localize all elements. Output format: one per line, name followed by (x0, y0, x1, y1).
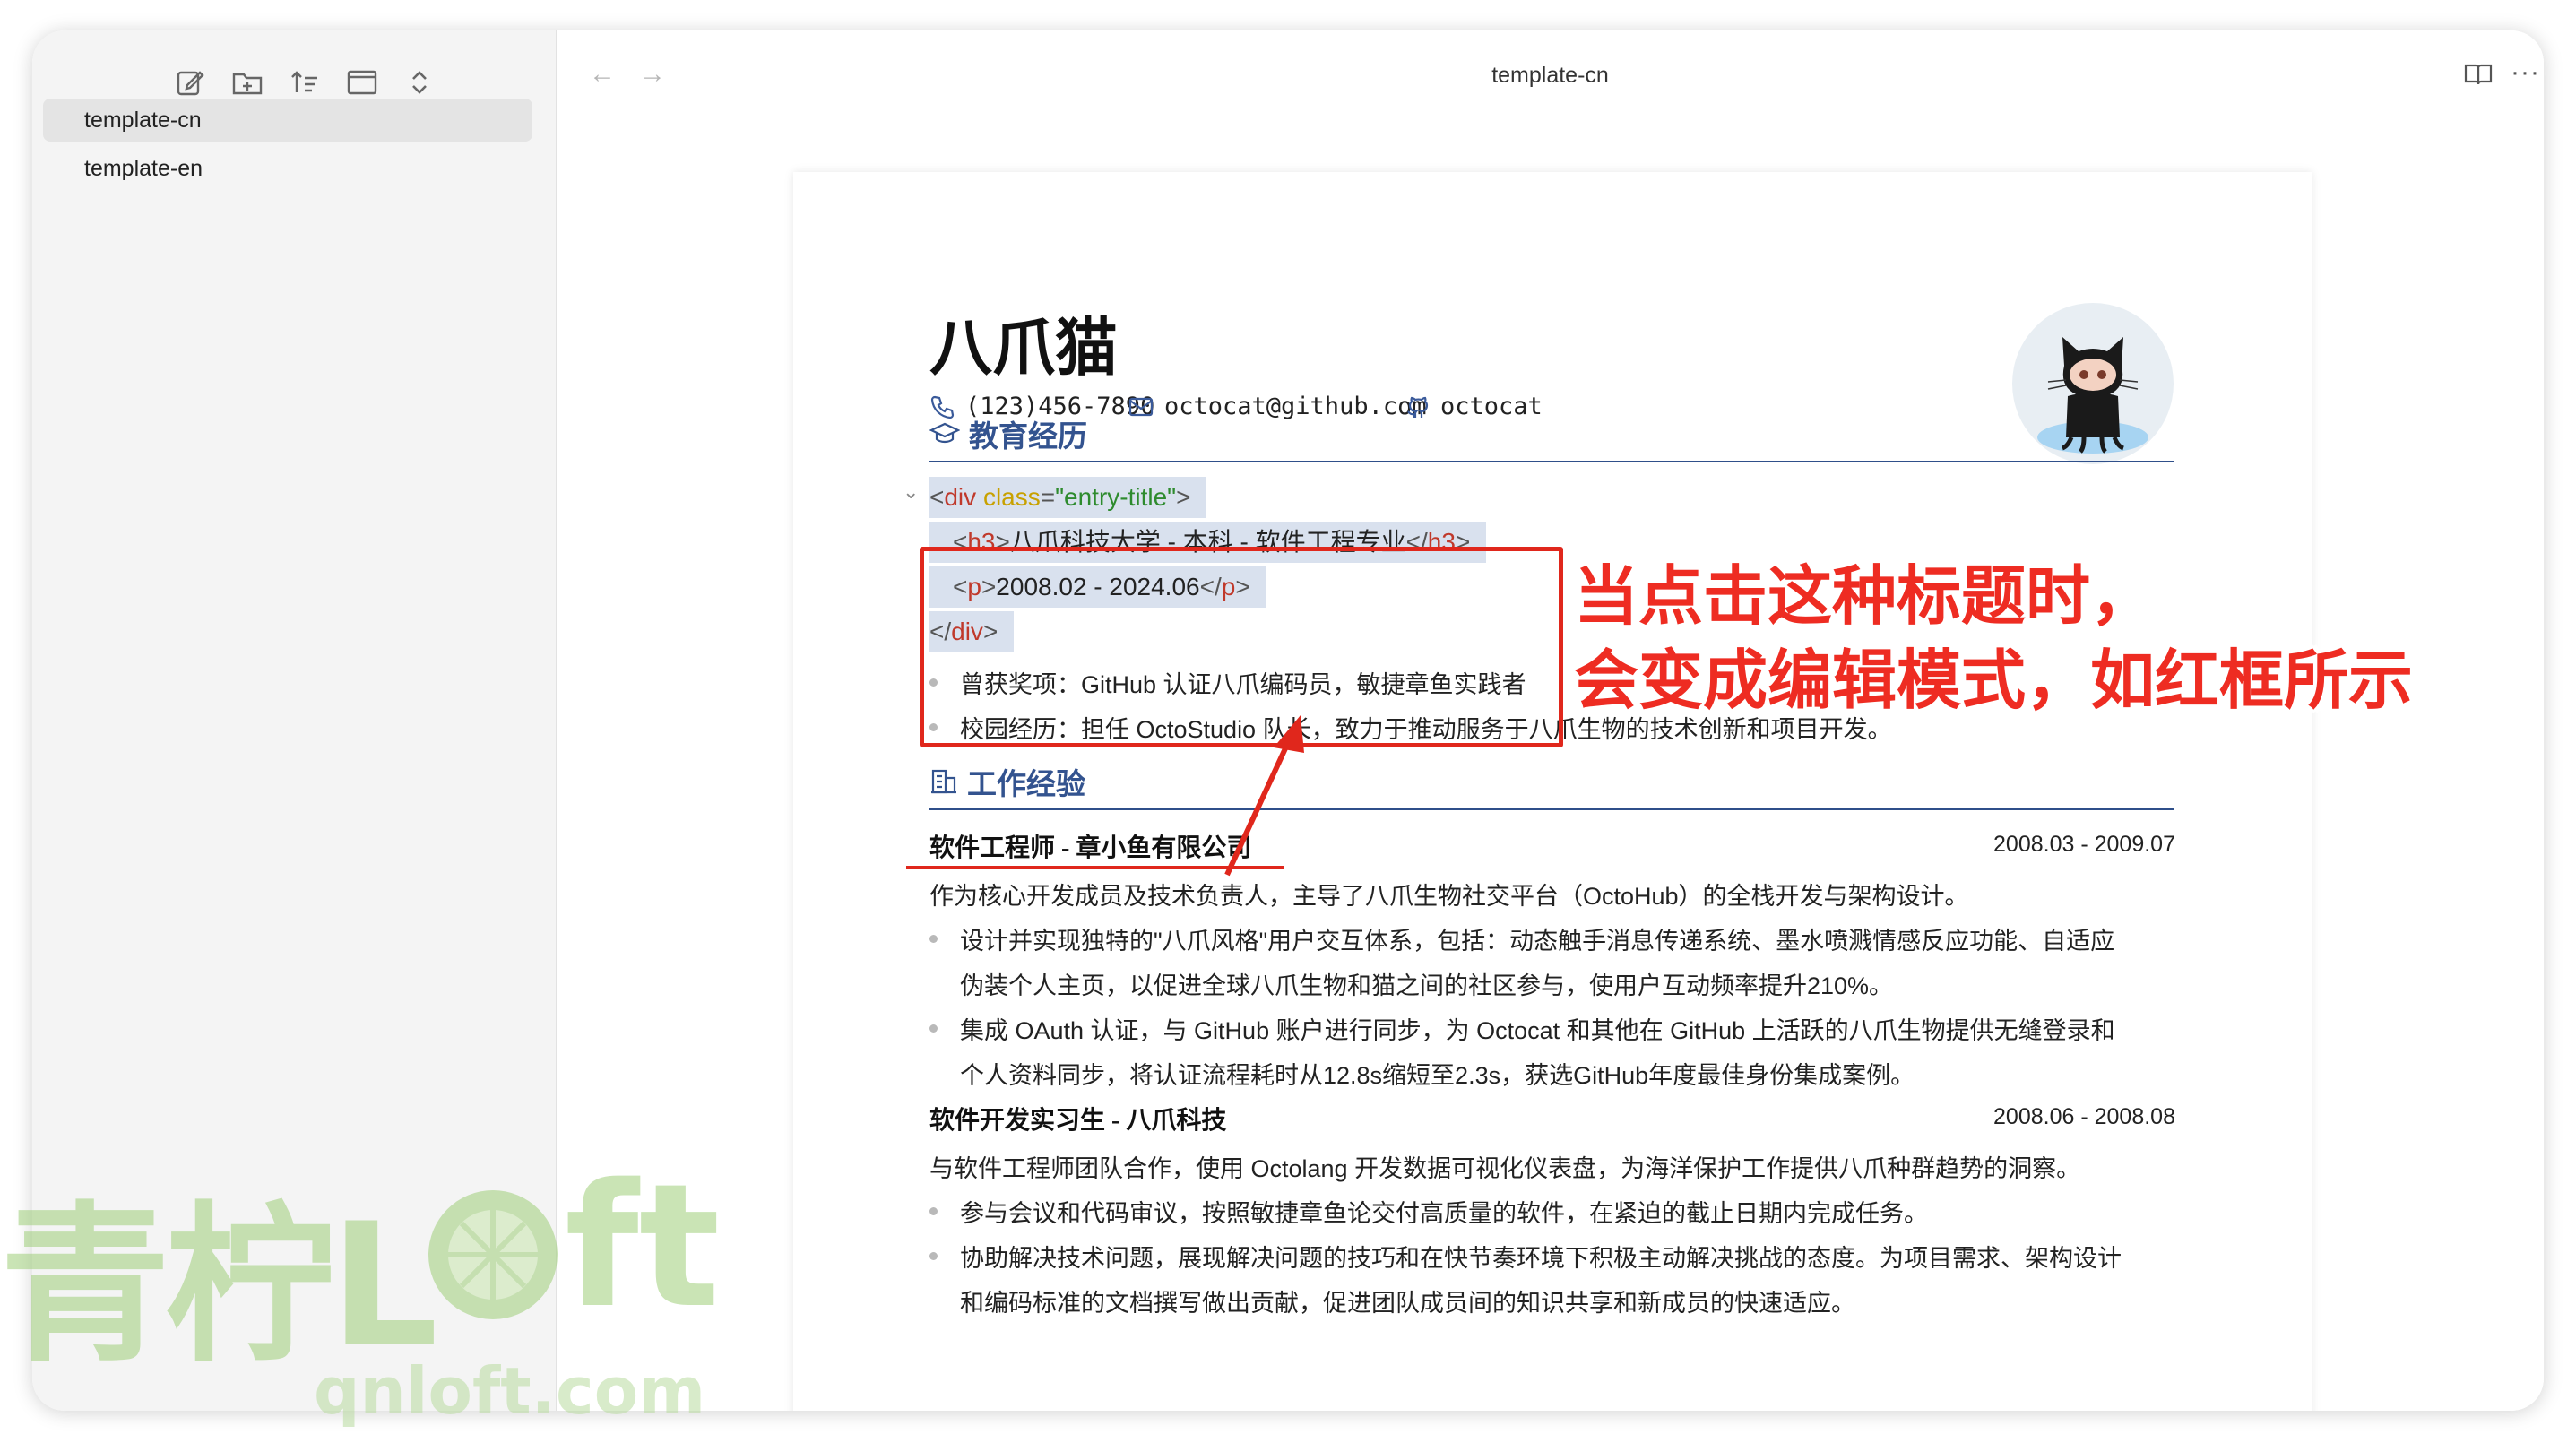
annotation-text-line1: 当点击这种标题时， (1574, 558, 2156, 634)
file-item-template-cn[interactable]: template-cn (43, 99, 532, 142)
watermark-domain: qnloft.com (314, 1353, 706, 1429)
annotation-red-box (920, 547, 1563, 747)
layout-icon[interactable] (342, 63, 382, 102)
new-file-icon[interactable] (170, 63, 210, 102)
watermark-logo: 青柠L ft qnloft.com (0, 1129, 721, 1443)
file-item-template-en[interactable]: template-en (43, 147, 532, 190)
lime-icon (428, 1190, 558, 1319)
expand-collapse-icon[interactable] (400, 63, 439, 102)
sort-icon[interactable] (285, 63, 324, 102)
watermark-text-tail: ft (565, 1147, 721, 1345)
new-folder-icon[interactable] (228, 63, 267, 102)
annotation-text-line2: 会变成编辑模式，如红框所示 (1574, 643, 2414, 718)
